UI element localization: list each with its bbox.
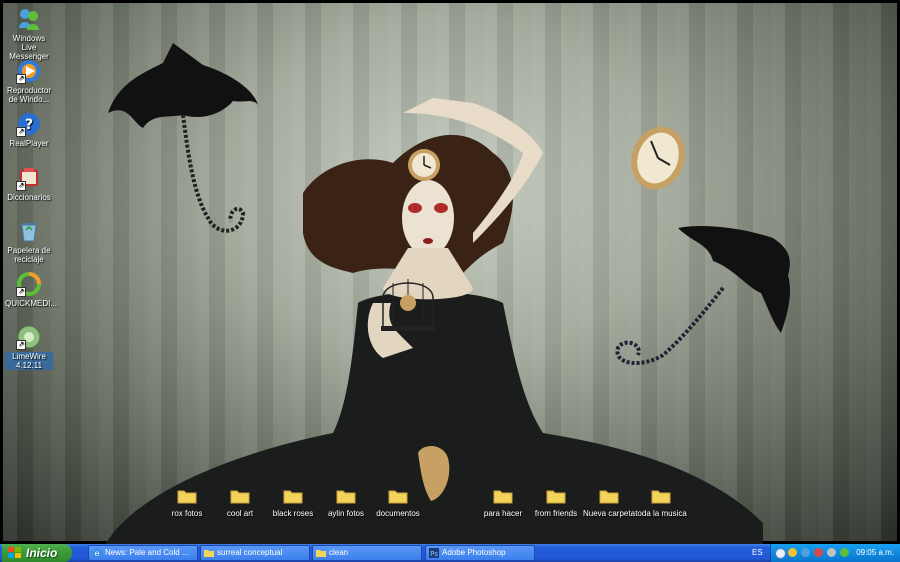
folder-icon — [493, 488, 513, 504]
folder-nueva-carpeta[interactable]: Nueva carpeta — [579, 488, 639, 519]
folder-rox-fotos[interactable]: rox fotos — [157, 488, 217, 519]
desktop-icon-label: LimeWire 4.12.11 — [5, 352, 53, 370]
shortcut-arrow-icon: ↗ — [16, 340, 26, 350]
bat-umbrella-left-icon — [108, 43, 258, 233]
realplayer-icon: ? ↗ — [16, 111, 42, 137]
shortcut-arrow-icon: ↗ — [16, 74, 26, 84]
volume-icon[interactable] — [827, 548, 836, 557]
svg-text:?: ? — [25, 117, 33, 133]
language-indicator[interactable]: ES — [752, 544, 763, 562]
desktop-icon-quickmedia[interactable]: ↗ QUICKMEDI... — [5, 271, 58, 308]
folder-aylin-fotos[interactable]: aylin fotos — [316, 488, 376, 519]
desktop-icon-label: QUICKMEDI... — [5, 299, 58, 308]
face-shape — [402, 180, 454, 256]
folder-icon — [336, 488, 356, 504]
messenger-icon — [16, 6, 42, 32]
desktop-icon-label: Windows Live Messenger — [9, 34, 49, 61]
desktop-icon-label: Reproductor de Windo... — [6, 86, 52, 104]
desktop-icon-messenger[interactable]: Windows Live Messenger — [5, 6, 53, 61]
alarm-clock-icon — [408, 149, 440, 181]
desktop-icon-label: RealPlayer — [9, 139, 49, 148]
folder-icon — [388, 488, 408, 504]
desktop-icon-media-player[interactable]: ↗ Reproductor de Windo... — [5, 58, 53, 104]
task-label: Adobe Photoshop — [442, 548, 506, 557]
tray-expand-icon[interactable] — [775, 548, 786, 559]
windows-flag-icon — [8, 547, 21, 558]
quickmedia-icon: ↗ — [16, 271, 42, 297]
folder-icon — [204, 550, 214, 557]
desktop-icon-recycle-bin[interactable]: Papelera de reciclaje — [5, 218, 53, 264]
internet-explorer-icon: e — [92, 548, 102, 558]
wallpaper — [103, 43, 791, 547]
folder-icon — [283, 488, 303, 504]
folder-documentos[interactable]: documentos — [368, 488, 428, 519]
start-label: Inicio — [26, 546, 58, 560]
folder-icon — [651, 488, 671, 504]
folder-label: from friends — [534, 509, 578, 518]
desktop-icon-label: Diccionarios — [7, 193, 51, 202]
messenger-tray-icon[interactable] — [801, 548, 810, 557]
media-player-icon: ↗ — [16, 58, 42, 84]
desktop-icon-limewire[interactable]: ↗ LimeWire 4.12.11 — [5, 324, 53, 370]
folder-icon — [177, 488, 197, 504]
desktop-icon-label: Papelera de reciclaje — [7, 246, 51, 264]
task-clean[interactable]: clean — [312, 545, 422, 561]
dictionary-icon: ↗ — [16, 165, 42, 191]
folder-black-roses[interactable]: black roses — [263, 488, 323, 519]
folder-icon — [316, 550, 326, 557]
network-icon[interactable] — [814, 548, 823, 557]
bat-umbrella-right-icon — [615, 226, 791, 366]
folder-icon — [599, 488, 619, 504]
folder-label: aylin fotos — [327, 509, 365, 518]
task-news-browser[interactable]: e News: Pale and Cold ... — [88, 545, 198, 561]
clock[interactable]: 09:05 a.m. — [856, 544, 894, 562]
desktop-icon-realplayer[interactable]: ? ↗ RealPlayer — [5, 111, 53, 148]
system-tray: 09:05 a.m. — [770, 544, 900, 562]
melting-clock-right-icon — [631, 126, 685, 190]
task-surreal-conceptual[interactable]: surreal conceptual — [200, 545, 310, 561]
folder-label: black roses — [272, 509, 314, 518]
status-icon[interactable] — [840, 548, 849, 557]
svg-text:e: e — [95, 549, 100, 558]
desktop: Windows Live Messenger ↗ Reproductor de … — [0, 0, 900, 547]
taskbar: Inicio e News: Pale and Cold ... surreal… — [0, 544, 900, 562]
recycle-bin-icon — [16, 218, 42, 244]
svg-text:Ps: Ps — [430, 550, 438, 558]
task-label: surreal conceptual — [217, 548, 283, 557]
folder-label: rox fotos — [171, 509, 203, 518]
folder-from-friends[interactable]: from friends — [526, 488, 586, 519]
task-label: clean — [329, 548, 349, 557]
task-label: News: Pale and Cold ... — [105, 548, 189, 557]
folder-label: para hacer — [483, 509, 523, 518]
folder-icon — [230, 488, 250, 504]
folder-toda-la-musica[interactable]: toda la musica — [631, 488, 691, 519]
folder-label: documentos — [376, 509, 420, 518]
folder-para-hacer[interactable]: para hacer — [473, 488, 533, 519]
folder-label: toda la musica — [635, 509, 687, 518]
task-photoshop[interactable]: Ps Adobe Photoshop — [425, 545, 535, 561]
folder-label: Nueva carpeta — [582, 509, 636, 518]
desktop-icon-dictionary[interactable]: ↗ Diccionarios — [5, 165, 53, 202]
folder-icon — [546, 488, 566, 504]
security-shield-icon[interactable] — [788, 548, 797, 557]
shortcut-arrow-icon: ↗ — [16, 287, 26, 297]
start-button[interactable]: Inicio — [2, 544, 72, 562]
photoshop-icon: Ps — [429, 548, 439, 558]
folder-cool-art[interactable]: cool art — [210, 488, 270, 519]
limewire-icon: ↗ — [16, 324, 42, 350]
shortcut-arrow-icon: ↗ — [16, 127, 26, 137]
shortcut-arrow-icon: ↗ — [16, 181, 26, 191]
folder-label: cool art — [226, 509, 254, 518]
